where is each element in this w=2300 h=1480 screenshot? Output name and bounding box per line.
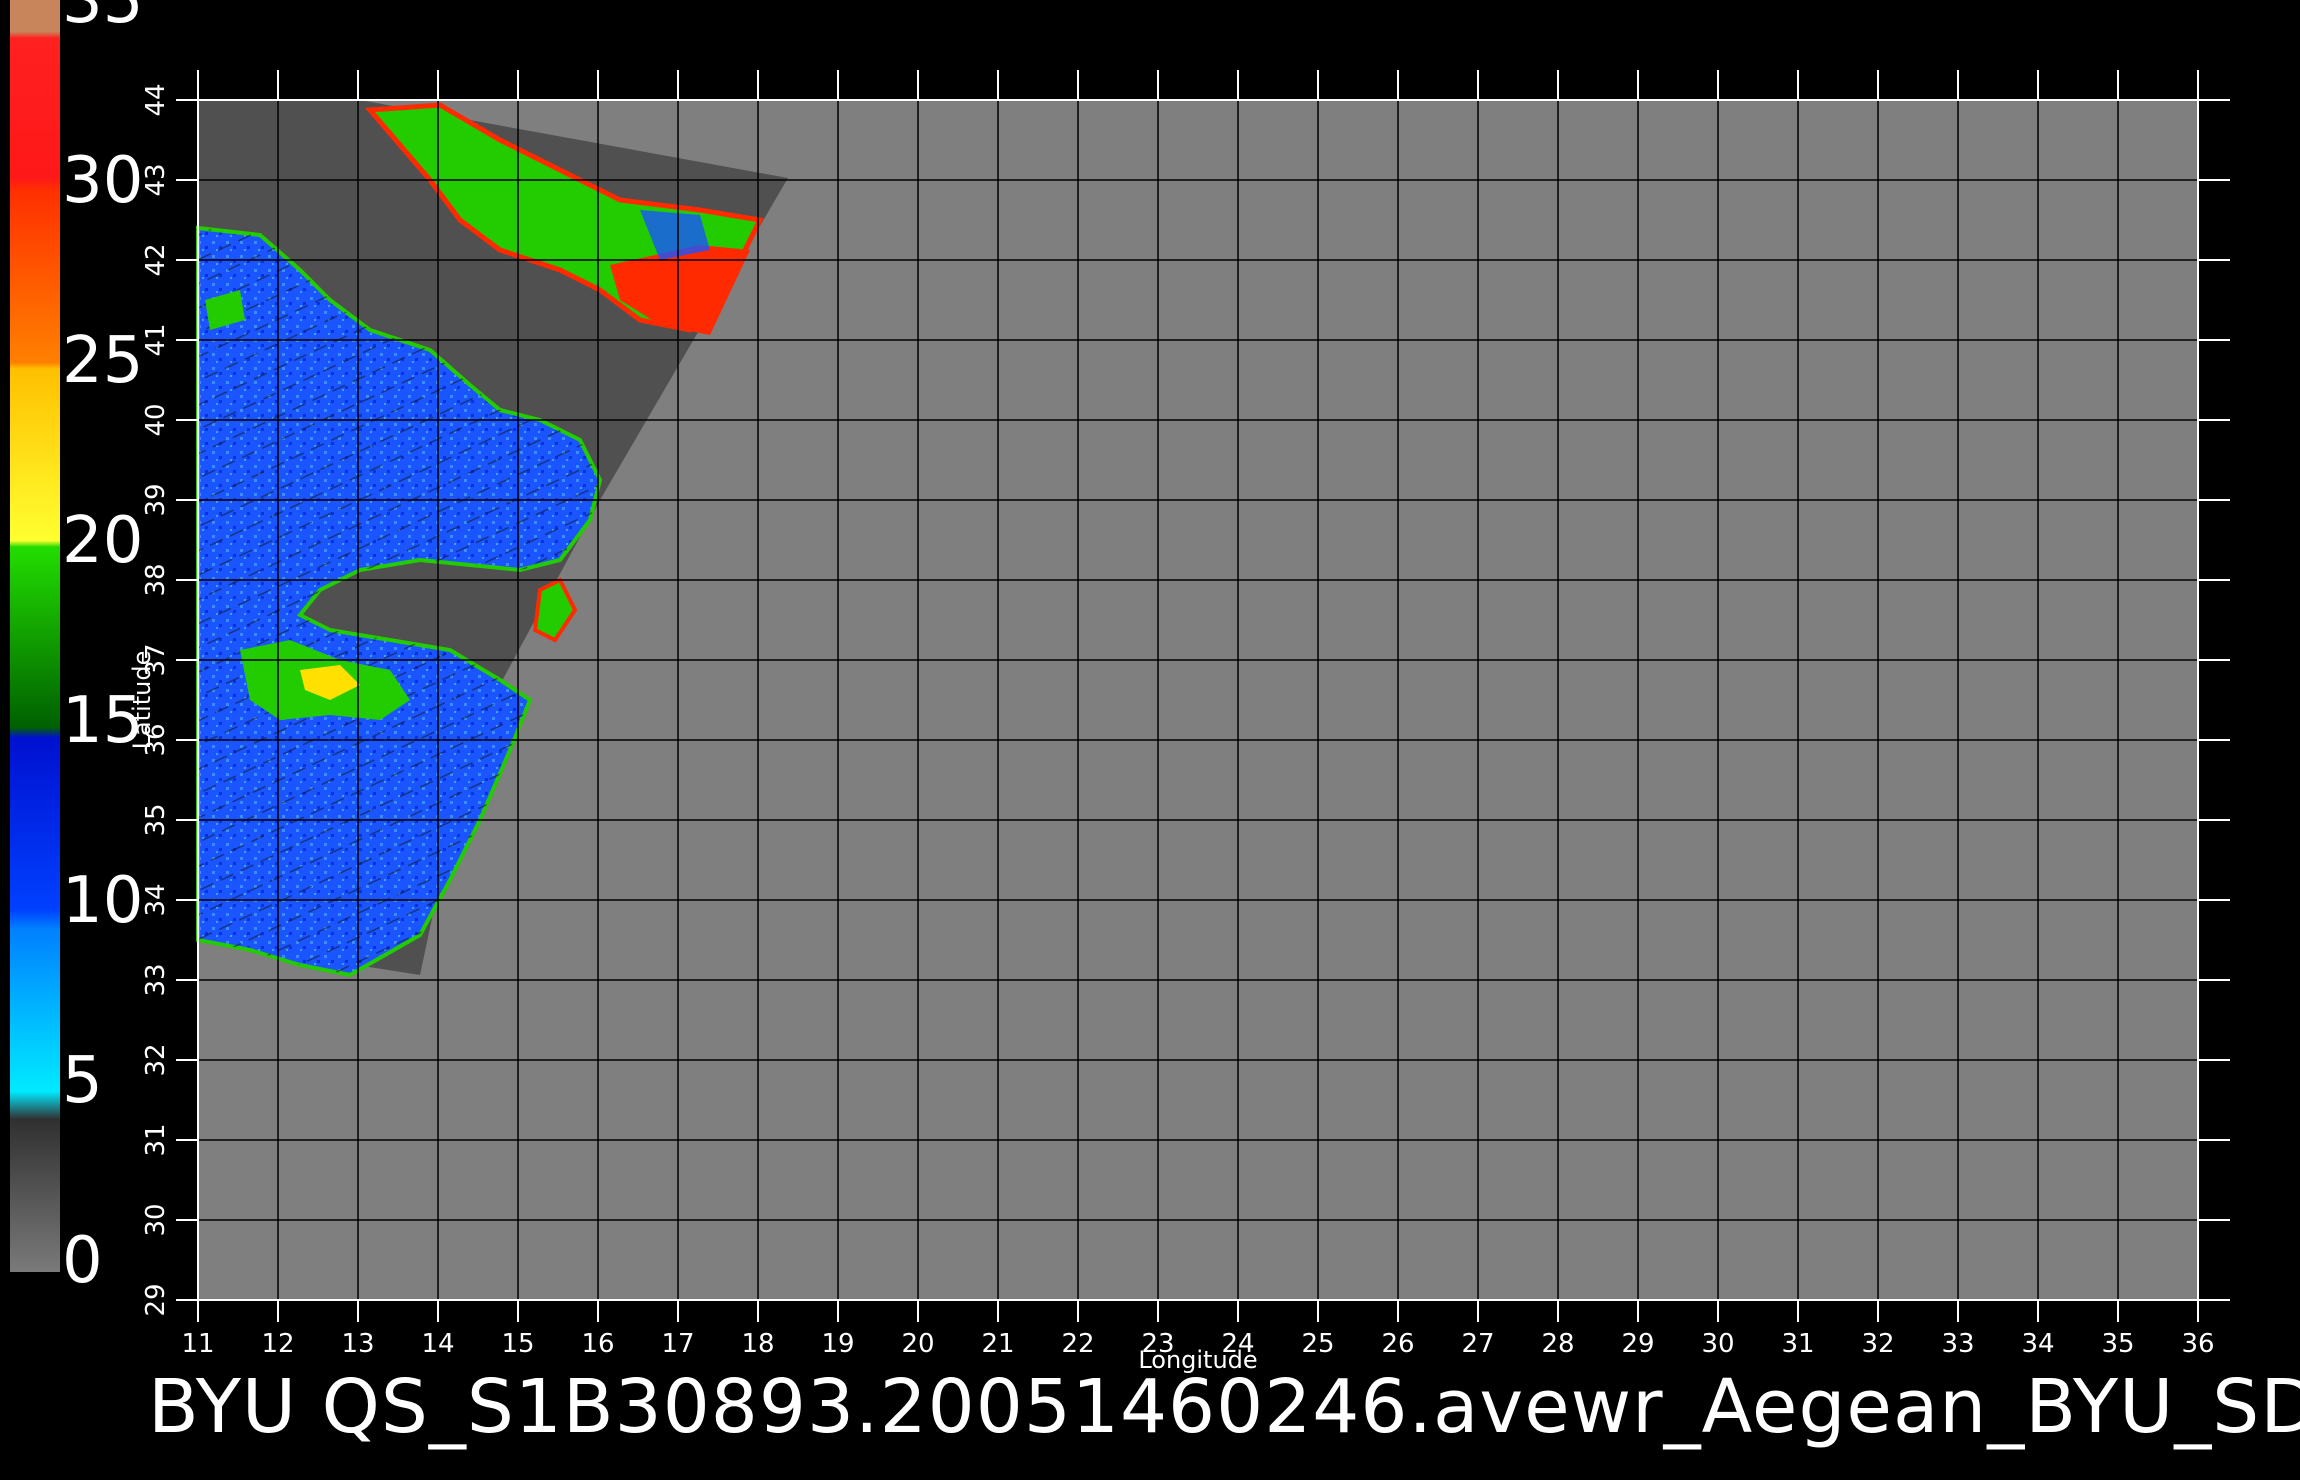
- x-tick-label: 35: [2101, 1329, 2134, 1359]
- x-tick-label: 16: [581, 1329, 614, 1359]
- x-tick-label: 21: [981, 1329, 1014, 1359]
- x-tick-label: 31: [1781, 1329, 1814, 1359]
- colorbar-label: 35: [62, 0, 143, 38]
- y-tick-label: 35: [141, 803, 171, 836]
- colorbar: 05101520253035: [10, 0, 143, 1298]
- colorbar-label: 10: [62, 864, 143, 938]
- x-tick-label: 36: [2181, 1329, 2214, 1359]
- y-tick-label: 29: [141, 1283, 171, 1316]
- y-tick-label: 39: [141, 483, 171, 516]
- x-tick-label: 34: [2021, 1329, 2054, 1359]
- y-tick-label: 44: [141, 83, 171, 116]
- y-tick-label: 41: [141, 323, 171, 356]
- x-tick-label: 30: [1701, 1329, 1734, 1359]
- image-caption: BYU QS_S1B30893.20051460246.avewr_Aegean…: [148, 1364, 2300, 1450]
- x-tick-label: 15: [501, 1329, 534, 1359]
- x-tick-label: 11: [181, 1329, 214, 1359]
- y-axis-label: Latitude: [128, 651, 156, 750]
- y-tick-label: 43: [141, 163, 171, 196]
- x-tick-label: 12: [261, 1329, 294, 1359]
- colorbar-label: 0: [62, 1224, 103, 1298]
- x-tick-label: 19: [821, 1329, 854, 1359]
- y-tick-label: 31: [141, 1123, 171, 1156]
- x-tick-label: 17: [661, 1329, 694, 1359]
- y-tick-label: 40: [141, 403, 171, 436]
- colorbar-labels: 05101520253035: [62, 0, 143, 1298]
- y-tick-label: 34: [141, 883, 171, 916]
- colorbar-strip: [10, 0, 60, 1272]
- x-tick-label: 32: [1861, 1329, 1894, 1359]
- y-tick-label: 42: [141, 243, 171, 276]
- x-tick-label: 20: [901, 1329, 934, 1359]
- x-tick-label: 26: [1381, 1329, 1414, 1359]
- x-tick-label: 13: [341, 1329, 374, 1359]
- x-tick-label: 25: [1301, 1329, 1334, 1359]
- x-tick-label: 22: [1061, 1329, 1094, 1359]
- y-tick-label: 38: [141, 563, 171, 596]
- y-tick-label: 33: [141, 963, 171, 996]
- colorbar-label: 30: [62, 144, 143, 218]
- x-tick-label: 27: [1461, 1329, 1494, 1359]
- y-tick-label: 30: [141, 1203, 171, 1236]
- colorbar-label: 25: [62, 324, 143, 398]
- x-tick-label: 18: [741, 1329, 774, 1359]
- wind-speed-map: 05101520253035 11 12 13 14 15 16 17 18 19 20 21 22 2…: [10, 0, 2230, 1374]
- y-tick-label: 32: [141, 1043, 171, 1076]
- colorbar-label: 5: [62, 1044, 103, 1118]
- colorbar-label: 20: [62, 504, 143, 578]
- map-panel: 11 12 13 14 15 16 17 18 19 20 21 22 23 24 25 26 27 28 29 30…: [128, 70, 2230, 1374]
- x-tick-label: 33: [1941, 1329, 1974, 1359]
- x-tick-label: 14: [421, 1329, 454, 1359]
- x-tick-label: 28: [1541, 1329, 1574, 1359]
- x-tick-label: 29: [1621, 1329, 1654, 1359]
